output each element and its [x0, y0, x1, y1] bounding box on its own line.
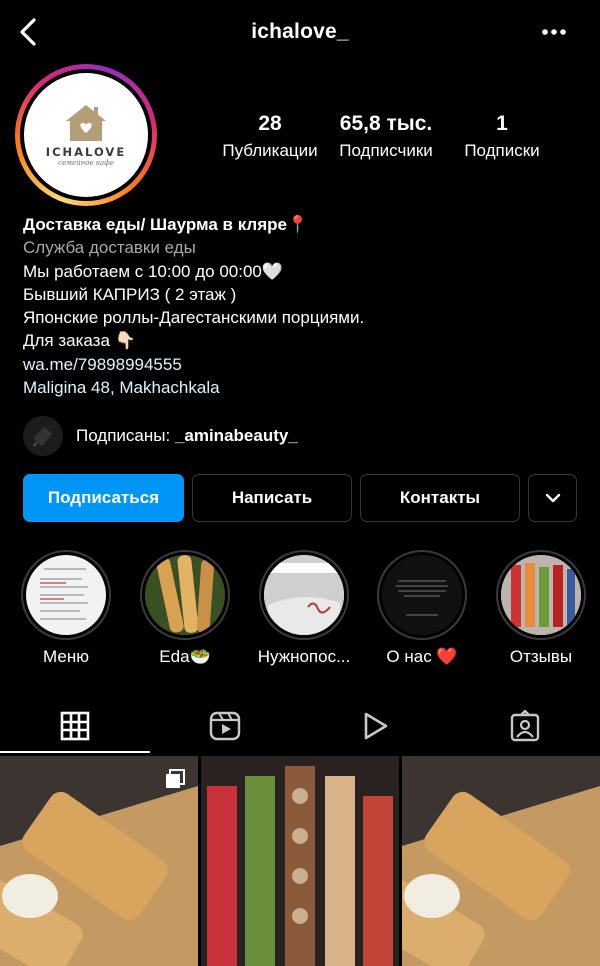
stat-posts[interactable]: 28 Публикации [214, 112, 326, 164]
stat-following[interactable]: 1 Подписки [452, 112, 552, 164]
follow-button[interactable]: Подписаться [23, 474, 184, 522]
highlight-eda-label: Eda🥗 [159, 647, 211, 666]
followed-by-prefix: Подписаны: [76, 426, 175, 445]
highlight-menu-label: Меню [43, 647, 89, 666]
post-thumbnail-1[interactable] [0, 756, 198, 966]
suggestions-button[interactable] [528, 474, 577, 522]
grid-icon [60, 711, 90, 741]
profile-username: ichalove_ [251, 20, 349, 43]
tab-reels[interactable] [150, 700, 300, 752]
profile-avatar[interactable]: ICHALOVE семейное кафе [24, 73, 148, 197]
active-tab-indicator [0, 751, 150, 753]
bio: Доставка еды/ Шаурма в кляре📍 Служба дос… [23, 213, 583, 399]
bio-link[interactable]: wa.me/79898994555 [23, 353, 583, 376]
pen-nib-icon [33, 427, 52, 447]
tab-tagged[interactable] [450, 700, 600, 752]
logo-subtitle: семейное кафе [58, 159, 114, 167]
highlight-reviews-thumbnail [501, 555, 581, 635]
bio-location-note: Бывший КАПРИЗ ( 2 этаж ) [23, 284, 237, 304]
multiple-posts-icon [166, 769, 185, 788]
stat-posts-value: 28 [258, 112, 282, 135]
post-thumbnail-3[interactable] [402, 756, 600, 966]
logo-text: ICHALOVE [45, 145, 127, 159]
stat-following-value: 1 [496, 112, 508, 135]
bio-order-prompt: Для заказа 👇🏻 [23, 331, 136, 351]
stat-followers-label: Подписчики [339, 141, 433, 160]
highlight-about-thumbnail [382, 555, 462, 635]
tab-video[interactable] [300, 700, 450, 752]
bio-address[interactable]: Maligina 48, Makhachkala [23, 376, 583, 399]
profile-category: Служба доставки еды [23, 238, 196, 258]
tab-grid[interactable] [0, 700, 150, 752]
contacts-button[interactable]: Контакты [360, 474, 520, 522]
followed-by[interactable]: Подписаны: _aminabeauty_ [23, 416, 583, 456]
post-thumbnail-2[interactable] [201, 756, 399, 966]
highlight-must-try-label: Нужнопос... [257, 647, 351, 666]
tagged-icon [510, 710, 540, 742]
chevron-down-icon [545, 493, 560, 503]
bio-hours: Мы работаем с 10:00 до 00:00🤍 [23, 261, 284, 281]
bio-description: Японские роллы-Дагестанскими порциями. [23, 308, 365, 328]
followed-by-user[interactable]: _aminabeauty_ [175, 426, 298, 445]
highlight-reviews-label: Отзывы [509, 647, 573, 666]
follower-avatar [23, 416, 63, 456]
video-icon [364, 712, 388, 740]
stat-posts-label: Публикации [222, 141, 318, 160]
reels-icon [209, 711, 241, 741]
highlight-menu-thumbnail [26, 555, 106, 635]
stat-followers[interactable]: 65,8 тыс. Подписчики [328, 112, 444, 164]
more-options-icon[interactable] [536, 18, 576, 46]
house-logo-icon [66, 105, 106, 141]
stat-following-label: Подписки [464, 141, 540, 160]
profile-name: Доставка еды/ Шаурма в кляре📍 [23, 215, 309, 234]
highlight-must-try-thumbnail [264, 555, 344, 635]
stat-followers-value: 65,8 тыс. [339, 112, 433, 135]
highlight-about-label: О нас ❤️ [386, 647, 458, 666]
message-button[interactable]: Написать [192, 474, 352, 522]
highlight-eda-thumbnail [145, 555, 225, 635]
